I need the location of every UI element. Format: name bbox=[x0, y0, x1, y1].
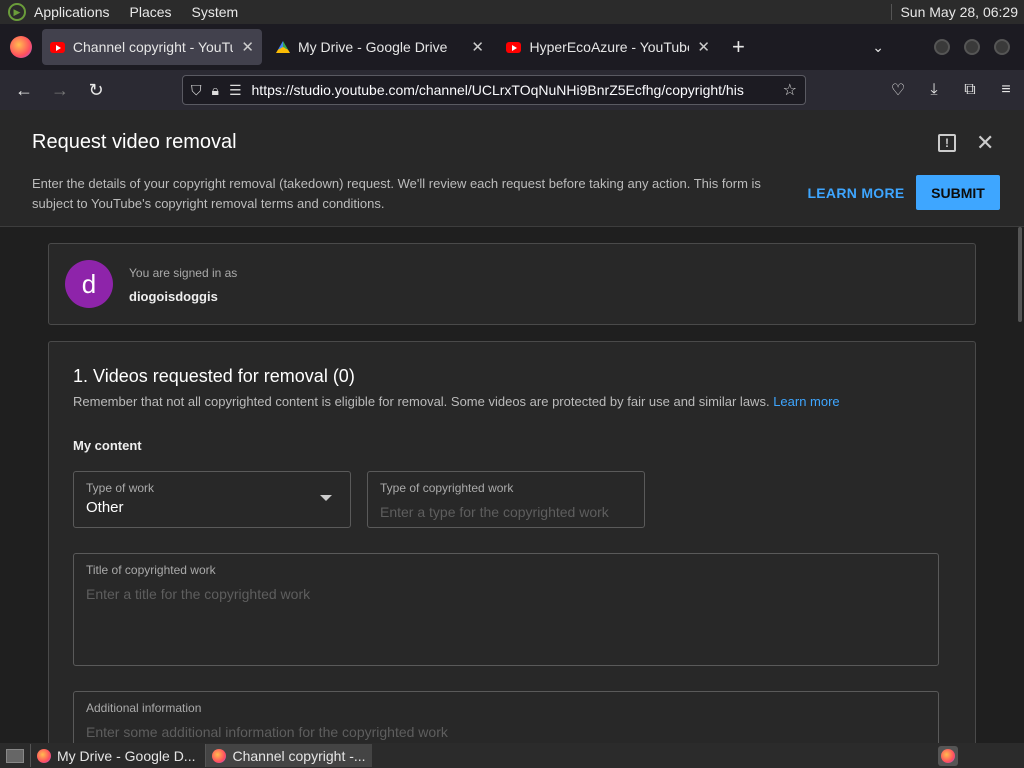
signed-in-label: You are signed in as bbox=[129, 266, 238, 280]
tab-channel-copyright[interactable]: Channel copyright - YouTub ✕ bbox=[42, 29, 262, 65]
dialog-header: Request video removal Enter the details … bbox=[0, 110, 1024, 227]
account-card: d You are signed in as diogoisdoggis bbox=[48, 243, 976, 325]
distro-logo-icon[interactable]: ▶ bbox=[8, 3, 26, 21]
task-label: My Drive - Google D... bbox=[57, 747, 196, 764]
task-google-drive[interactable]: My Drive - Google D... bbox=[30, 744, 201, 767]
page-viewport: Request video removal Enter the details … bbox=[0, 110, 1024, 743]
avatar: d bbox=[65, 260, 113, 308]
firefox-icon bbox=[37, 748, 51, 763]
field-value: Other bbox=[86, 499, 124, 516]
google-drive-icon bbox=[276, 41, 290, 53]
minimize-window-button[interactable] bbox=[934, 39, 950, 55]
videos-section: 1. Videos requested for removal (0) Reme… bbox=[48, 341, 976, 743]
feedback-icon[interactable]: ! bbox=[938, 134, 956, 152]
forward-arrow-icon[interactable]: → bbox=[42, 80, 78, 101]
dialog-description: Enter the details of your copyright remo… bbox=[32, 176, 761, 211]
url-bar[interactable]: ⛉ 🔒︎ ☰ https://studio.youtube.com/channe… bbox=[182, 75, 806, 105]
back-arrow-icon[interactable]: ← bbox=[6, 80, 42, 101]
field-placeholder: Enter a type for the copyrighted work bbox=[380, 504, 609, 520]
url-text[interactable]: https://studio.youtube.com/channel/UCLrx… bbox=[252, 82, 783, 98]
hamburger-menu-icon[interactable]: ≡ bbox=[988, 81, 1024, 99]
top-panel: ▶ Applications Places System Sun May 28,… bbox=[0, 0, 1024, 24]
type-of-copyrighted-work-input[interactable]: Type of copyrighted work Enter a type fo… bbox=[367, 471, 645, 528]
close-window-button[interactable] bbox=[994, 39, 1010, 55]
learn-more-link[interactable]: Learn more bbox=[773, 394, 839, 409]
youtube-icon bbox=[506, 41, 522, 53]
close-tab-icon[interactable]: ✕ bbox=[689, 38, 710, 56]
field-placeholder: Enter a title for the copyrighted work bbox=[86, 586, 311, 602]
submit-button[interactable]: SUBMIT bbox=[916, 175, 1000, 210]
places-menu[interactable]: Places bbox=[130, 4, 172, 20]
close-tab-icon[interactable]: ✕ bbox=[463, 38, 484, 56]
dropdown-arrow-icon bbox=[320, 495, 332, 501]
field-label: Type of work bbox=[86, 481, 155, 495]
tray-firefox-icon[interactable] bbox=[938, 745, 958, 766]
youtube-icon bbox=[50, 41, 65, 53]
section-note: Remember that not all copyrighted conten… bbox=[73, 394, 840, 409]
tab-hypereco-youtube[interactable]: HyperEcoAzure - YouTube ✕ bbox=[498, 29, 718, 65]
list-all-tabs-chevron-icon[interactable]: ⌄ bbox=[872, 39, 884, 56]
field-placeholder: Enter some additional information for th… bbox=[86, 724, 448, 740]
field-label: Title of copyrighted work bbox=[86, 563, 216, 577]
firefox-icon bbox=[212, 748, 227, 763]
permissions-icon[interactable]: ☰ bbox=[229, 82, 242, 99]
tab-label: Channel copyright - YouTub bbox=[72, 39, 234, 55]
form-content: d You are signed in as diogoisdoggis 1. … bbox=[0, 227, 1024, 743]
field-label: Additional information bbox=[86, 701, 202, 715]
tab-google-drive[interactable]: My Drive - Google Drive ✕ bbox=[268, 29, 492, 65]
task-label: Channel copyright -... bbox=[232, 747, 366, 764]
firefox-icon[interactable] bbox=[10, 36, 32, 58]
type-of-work-select[interactable]: Type of work Other bbox=[73, 471, 351, 528]
pocket-icon[interactable]: ♡ bbox=[880, 80, 916, 100]
system-menu[interactable]: System bbox=[192, 4, 239, 20]
bookmark-star-icon[interactable]: ☆ bbox=[783, 80, 797, 100]
title-of-copyrighted-work-input[interactable]: Title of copyrighted work Enter a title … bbox=[73, 553, 939, 666]
tab-label: HyperEcoAzure - YouTube bbox=[529, 39, 690, 55]
shield-icon[interactable]: ⛉ bbox=[191, 82, 202, 99]
dialog-title: Request video removal bbox=[32, 131, 237, 153]
applications-menu[interactable]: Applications bbox=[34, 4, 110, 20]
extensions-icon[interactable]: ⧉ bbox=[952, 81, 988, 99]
maximize-window-button[interactable] bbox=[964, 39, 980, 55]
tab-label: My Drive - Google Drive bbox=[298, 39, 448, 55]
taskbar: My Drive - Google D... Channel copyright… bbox=[0, 743, 1024, 768]
scrollbar[interactable] bbox=[1018, 227, 1022, 322]
lock-icon[interactable]: 🔒︎ bbox=[212, 82, 219, 99]
tab-bar: Channel copyright - YouTub ✕ My Drive - … bbox=[0, 24, 1024, 70]
new-tab-button[interactable]: + bbox=[732, 34, 745, 60]
additional-information-input[interactable]: Additional information Enter some additi… bbox=[73, 691, 939, 743]
reload-icon[interactable]: ↻ bbox=[78, 80, 114, 101]
section-note-text: Remember that not all copyrighted conten… bbox=[73, 394, 770, 409]
close-tab-icon[interactable]: ✕ bbox=[233, 38, 254, 56]
field-label: Type of copyrighted work bbox=[380, 481, 514, 495]
my-content-label: My content bbox=[73, 438, 142, 453]
section-title: 1. Videos requested for removal (0) bbox=[73, 366, 355, 386]
clock[interactable]: Sun May 28, 06:29 bbox=[891, 4, 1018, 20]
learn-more-button[interactable]: LEARN MORE bbox=[806, 176, 906, 210]
show-desktop-icon[interactable] bbox=[6, 748, 24, 763]
close-icon[interactable]: ✕ bbox=[976, 130, 994, 156]
navigation-bar: ← → ↻ ⛉ 🔒︎ ☰ https://studio.youtube.com/… bbox=[0, 70, 1024, 110]
task-channel-copyright[interactable]: Channel copyright -... bbox=[205, 744, 372, 767]
downloads-icon[interactable]: ⤓ bbox=[916, 81, 952, 99]
username: diogoisdoggis bbox=[129, 289, 218, 304]
